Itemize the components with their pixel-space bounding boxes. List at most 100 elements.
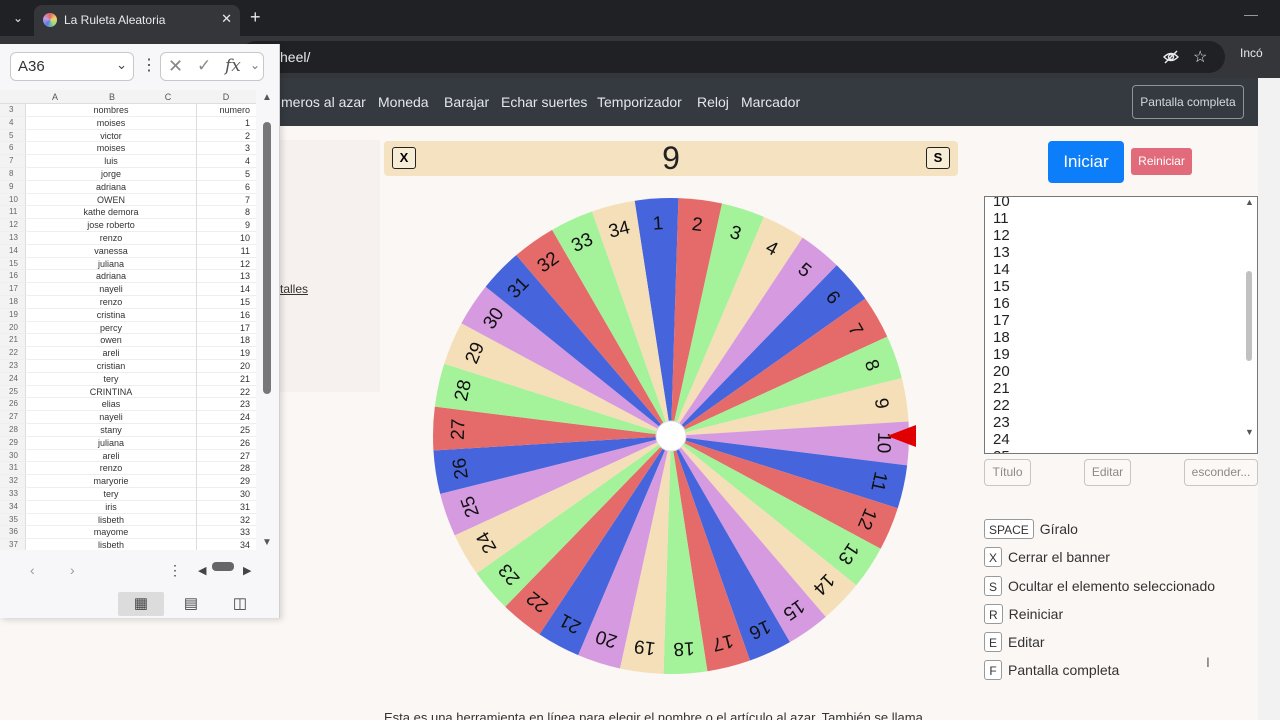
bookmark-star-icon[interactable]: ☆ bbox=[1193, 47, 1207, 67]
cell-number[interactable]: 4 bbox=[196, 155, 252, 168]
row-number[interactable]: 21 bbox=[0, 334, 26, 347]
cell-name[interactable]: areli bbox=[28, 347, 194, 360]
nav-item-shuffle[interactable]: Barajar bbox=[444, 94, 489, 110]
nav-item-timer[interactable]: Temporizador bbox=[597, 94, 682, 110]
cell-name[interactable]: jorge bbox=[28, 168, 194, 181]
sheet-vscroll[interactable]: ▲ ▼ bbox=[258, 90, 276, 550]
cell-name[interactable]: moises bbox=[28, 142, 194, 155]
page-break-icon[interactable]: ◫ bbox=[217, 592, 263, 616]
cell-name[interactable]: cristina bbox=[28, 309, 194, 322]
cell-number[interactable]: 2 bbox=[196, 129, 252, 143]
chevron-down-icon[interactable]: ⌄ bbox=[116, 57, 127, 73]
table-row[interactable]: 10 OWEN 7 bbox=[0, 193, 256, 207]
table-row[interactable]: 26 elias 23 bbox=[0, 398, 256, 412]
row-number[interactable]: 14 bbox=[0, 244, 26, 257]
table-row[interactable]: 19 cristina 16 bbox=[0, 308, 256, 322]
name-box[interactable]: A36 ⌄ bbox=[10, 52, 134, 81]
row-number[interactable]: 7 bbox=[0, 155, 26, 167]
nav-item-draw-lots[interactable]: Echar suertes bbox=[501, 94, 587, 110]
formula-bar[interactable]: ✕ ✓ fx ⌄ bbox=[160, 52, 264, 81]
wheel-svg[interactable]: 1 2 34567891011121314151617181920212223242… bbox=[431, 196, 916, 676]
list-scroll-thumb[interactable] bbox=[1246, 271, 1252, 361]
cell-number[interactable]: 29 bbox=[196, 475, 252, 488]
col-header-b[interactable]: B bbox=[84, 90, 140, 104]
sheet-scroll-thumb[interactable] bbox=[263, 122, 271, 394]
cell-name[interactable]: iris bbox=[28, 501, 194, 514]
cell-name[interactable]: adriana bbox=[28, 181, 194, 194]
table-row[interactable]: 31 renzo 28 bbox=[0, 462, 256, 476]
cell-name[interactable]: lisbeth bbox=[28, 539, 194, 550]
table-row[interactable]: 34 iris 31 bbox=[0, 500, 256, 514]
table-row[interactable]: 37 lisbeth 34 bbox=[0, 539, 256, 550]
row-number[interactable]: 33 bbox=[0, 488, 26, 500]
row-number[interactable]: 16 bbox=[0, 270, 26, 283]
cell-name[interactable]: renzo bbox=[28, 462, 194, 475]
table-row[interactable]: 4 moises 1 bbox=[0, 116, 256, 130]
cell-name[interactable]: victor bbox=[28, 130, 194, 143]
table-row[interactable]: 18 renzo 15 bbox=[0, 296, 256, 309]
row-number[interactable]: 20 bbox=[0, 321, 26, 334]
cell-number[interactable]: 21 bbox=[196, 372, 252, 386]
table-row[interactable]: 15 juliana 12 bbox=[0, 257, 256, 271]
row-number[interactable]: 23 bbox=[0, 360, 26, 372]
row-number[interactable]: 28 bbox=[0, 424, 26, 436]
cell-name[interactable]: tery bbox=[28, 488, 194, 501]
cell-name[interactable]: lisbeth bbox=[28, 514, 194, 527]
cell-name[interactable]: OWEN bbox=[28, 194, 194, 207]
row-number[interactable]: 15 bbox=[0, 257, 26, 270]
chevron-down-icon[interactable]: ⌄ bbox=[250, 58, 260, 72]
tab-search-icon[interactable]: ⌄ bbox=[8, 8, 28, 28]
cell-name[interactable]: luis bbox=[28, 155, 194, 168]
cell-number[interactable]: 7 bbox=[196, 193, 252, 207]
cell-name[interactable]: vanessa bbox=[28, 245, 194, 258]
table-row[interactable]: 13 renzo 10 bbox=[0, 232, 256, 245]
cell-name[interactable]: renzo bbox=[28, 232, 194, 245]
cell-number[interactable]: 9 bbox=[196, 219, 252, 232]
cell-number[interactable]: 30 bbox=[196, 488, 252, 501]
function-icon[interactable]: fx bbox=[225, 56, 241, 76]
row-number[interactable]: 9 bbox=[0, 180, 26, 193]
row-number[interactable]: 35 bbox=[0, 513, 26, 526]
nav-item-coin[interactable]: Moneda bbox=[378, 94, 429, 110]
table-row[interactable]: 22 areli 19 bbox=[0, 347, 256, 360]
cell-name[interactable]: tery bbox=[28, 373, 194, 386]
table-row[interactable]: 16 adriana 13 bbox=[0, 270, 256, 284]
close-tab-icon[interactable]: ✕ bbox=[221, 11, 232, 27]
scroll-down-icon[interactable]: ▼ bbox=[1245, 427, 1254, 437]
row-number[interactable]: 19 bbox=[0, 308, 26, 321]
table-row[interactable]: 24 tery 21 bbox=[0, 372, 256, 386]
edit-button[interactable]: Editar bbox=[1084, 459, 1131, 486]
row-number[interactable]: 31 bbox=[0, 462, 26, 475]
entries-textarea[interactable]: 10111213141516171819202122232425 ▲ ▼ bbox=[984, 196, 1258, 454]
cell-number[interactable]: 11 bbox=[196, 244, 252, 258]
row-number[interactable]: 6 bbox=[0, 142, 26, 155]
cell-number[interactable]: 22 bbox=[196, 385, 252, 399]
table-row[interactable]: 12 jose roberto 9 bbox=[0, 219, 256, 232]
cell-number[interactable]: 6 bbox=[196, 180, 252, 194]
cell-number[interactable]: 31 bbox=[196, 500, 252, 514]
row-number[interactable]: 4 bbox=[0, 116, 26, 129]
row-number[interactable]: 13 bbox=[0, 232, 26, 244]
cell-number[interactable]: 1 bbox=[196, 116, 252, 130]
table-row[interactable]: 3 nombres numero bbox=[0, 104, 256, 117]
table-row[interactable]: 11 kathe demora 8 bbox=[0, 206, 256, 220]
nav-item-clock[interactable]: Reloj bbox=[697, 94, 729, 110]
cell-name[interactable]: elias bbox=[28, 398, 194, 411]
row-number[interactable]: 32 bbox=[0, 475, 26, 487]
table-row[interactable]: 27 nayeli 24 bbox=[0, 411, 256, 424]
table-row[interactable]: 5 victor 2 bbox=[0, 129, 256, 143]
cell-name[interactable]: CRINTINA bbox=[28, 386, 194, 399]
cell-number[interactable]: numero bbox=[196, 104, 252, 117]
prev-sheet-icon[interactable]: ‹ bbox=[30, 562, 35, 578]
more-options-icon[interactable]: ⋮ bbox=[141, 55, 157, 75]
table-row[interactable]: 23 cristian 20 bbox=[0, 360, 256, 373]
cell-number[interactable]: 13 bbox=[196, 270, 252, 284]
row-number[interactable]: 18 bbox=[0, 296, 26, 308]
table-row[interactable]: 6 moises 3 bbox=[0, 142, 256, 156]
spin-wheel[interactable]: 1 2 3 4 5 6 7 8 9 10 11 12 13 14 15 16 17 18 19 20 21 22 23 24 2… bbox=[431, 196, 916, 676]
row-number[interactable]: 11 bbox=[0, 206, 26, 219]
cell-name[interactable]: nayeli bbox=[28, 411, 194, 424]
table-row[interactable]: 7 luis 4 bbox=[0, 155, 256, 168]
cell-name[interactable]: moises bbox=[28, 117, 194, 130]
cell-name[interactable]: kathe demora bbox=[28, 206, 194, 219]
